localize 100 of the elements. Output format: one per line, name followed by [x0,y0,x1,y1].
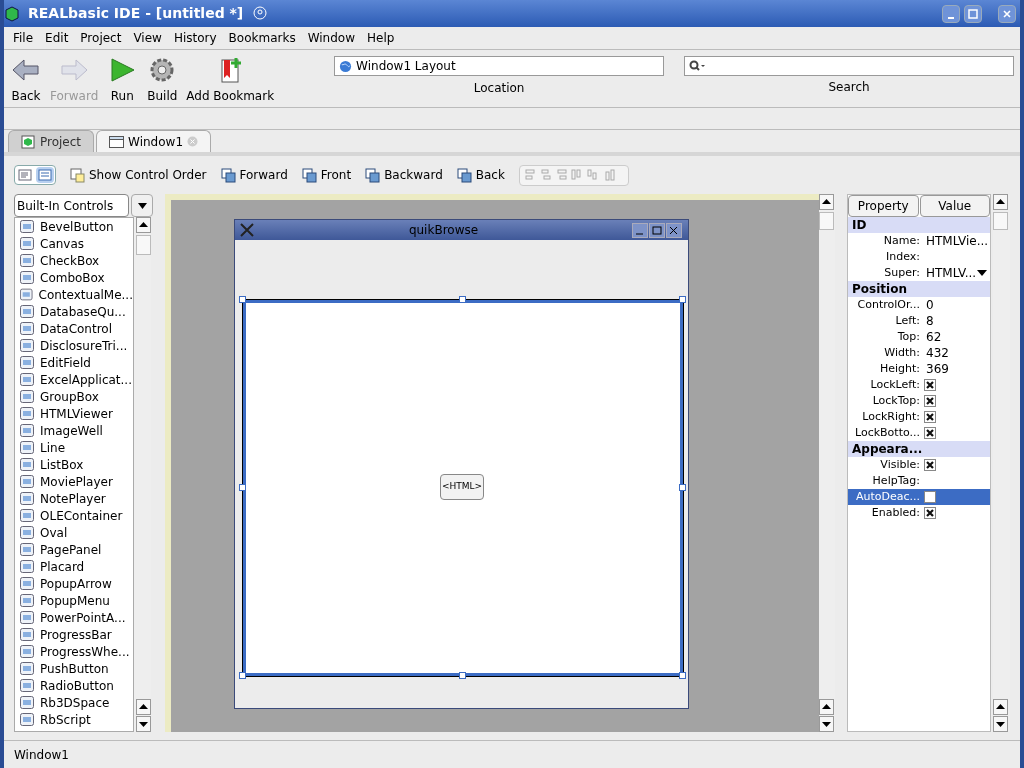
control-list-item[interactable]: ContextualMe... [15,286,133,303]
property-row[interactable]: LockTop: [848,393,990,409]
menu-item[interactable]: Bookmarks [223,28,301,48]
column-header[interactable]: Property [848,195,919,217]
control-list-item[interactable]: EditField [15,354,133,371]
scrollbar[interactable] [134,217,151,732]
checkbox[interactable] [924,507,936,519]
toolbar-back-button[interactable]: Back [8,56,44,105]
property-row[interactable]: LockBotto... [848,425,990,441]
property-row[interactable]: Width: 432 [848,345,990,361]
control-list-item[interactable]: DisclosureTri... [15,337,133,354]
toolbar-button[interactable]: Show Control Order [70,166,207,184]
toolbar-button[interactable]: Forward [220,166,288,184]
toolbar-button[interactable]: Back [456,166,505,184]
scrollbar[interactable] [819,194,835,732]
menu-item[interactable]: Window [302,28,360,48]
property-row[interactable]: LockLeft: [848,377,990,393]
menu-item[interactable]: History [168,28,222,48]
control-list-item[interactable]: Line [15,439,133,456]
scroll-thumb[interactable] [993,212,1008,230]
menu-item[interactable]: Project [75,28,127,48]
property-row[interactable]: Name: HTMLVie... [848,233,990,249]
control-list-item[interactable]: ProgressWhe... [15,643,133,660]
scroll-thumb[interactable] [136,235,151,255]
toolbar-bookmark-button[interactable]: Add Bookmark [184,56,277,105]
control-list-item[interactable]: ImageWell [15,422,133,439]
scroll-up-button[interactable] [819,699,834,715]
property-row[interactable]: Super: HTMLV... [848,265,990,281]
property-row[interactable]: LockRight: [848,409,990,425]
design-window-title: quikBrowse [407,222,480,239]
column-header[interactable]: Value [919,195,990,217]
checkbox[interactable] [924,491,936,503]
property-row[interactable]: HelpTag: [848,473,990,489]
view-button[interactable] [36,167,54,183]
scroll-up-button[interactable] [993,699,1008,715]
checkbox[interactable] [924,379,936,391]
scroll-up-button[interactable] [136,217,151,233]
scroll-thumb[interactable] [819,212,834,230]
menu-item[interactable]: Help [361,28,400,48]
control-list-item[interactable]: PopupMenu [15,592,133,609]
checkbox[interactable] [924,395,936,407]
control-icon [20,509,34,522]
toolbar-run-button[interactable]: Run [104,56,141,105]
control-list-item[interactable]: GroupBox [15,388,133,405]
control-list-item[interactable]: RadioButton [15,677,133,694]
scroll-up-button[interactable] [993,194,1008,210]
property-row[interactable]: AutoDeac... [848,489,990,505]
control-list-item[interactable]: OLEContainer [15,507,133,524]
control-list-item[interactable]: PushButton [15,660,133,677]
property-row[interactable]: Index: [848,249,990,265]
control-list-item[interactable]: Canvas [15,235,133,252]
dropdown-button[interactable] [131,194,153,217]
dropdown-arrow-icon[interactable] [976,269,989,277]
control-list-item[interactable]: MoviePlayer [15,473,133,490]
tab[interactable]: Project [8,130,95,152]
menu-item[interactable]: File [8,28,39,48]
toolbar-build-button[interactable]: Build [144,56,181,105]
control-list-item[interactable]: ComboBox [15,269,133,286]
control-list-item[interactable]: Rb3DSpace [15,694,133,711]
scroll-down-button[interactable] [819,716,834,732]
control-list-item[interactable]: PopupArrow [15,575,133,592]
scroll-down-button[interactable] [136,716,151,732]
checkbox[interactable] [924,427,936,439]
checkbox[interactable] [924,459,936,471]
property-row[interactable]: ControlOr... 0 [848,297,990,313]
control-list-item[interactable]: NotePlayer [15,490,133,507]
minimize-button[interactable] [942,4,960,23]
menu-item[interactable]: View [128,28,167,48]
control-list-item[interactable]: Placard [15,558,133,575]
control-list-item[interactable]: CheckBox [15,252,133,269]
scroll-up-button[interactable] [819,194,834,210]
toolbar-button[interactable]: Backward [365,166,443,184]
control-list-item[interactable]: RbScript [15,711,133,728]
scroll-down-button[interactable] [993,716,1008,732]
control-list-item[interactable]: DataControl [15,320,133,337]
search-field[interactable] [684,56,1015,76]
control-list-item[interactable]: PowerPointA... [15,609,133,626]
scrollbar[interactable] [993,194,1010,732]
control-list-item[interactable]: DatabaseQu... [15,303,133,320]
property-row[interactable]: Height: 369 [848,361,990,377]
control-list-item[interactable]: ProgressBar [15,626,133,643]
control-list-item[interactable]: ListBox [15,456,133,473]
property-row[interactable]: Enabled: [848,505,990,521]
toolbar-button[interactable]: Front [301,166,352,184]
scroll-up-button[interactable] [136,699,151,715]
property-row[interactable]: Top: 62 [848,329,990,345]
control-list-item[interactable]: HTMLViewer [15,405,133,422]
tab[interactable]: Window1 [96,130,211,152]
property-row[interactable]: Left: 8 [848,313,990,329]
menu-item[interactable]: Edit [40,28,74,48]
checkbox[interactable] [924,411,936,423]
control-list-item[interactable]: ExcelApplicat... [15,371,133,388]
close-button[interactable] [998,4,1016,23]
control-list-item[interactable]: BevelButton [15,218,133,235]
control-list-item[interactable]: Oval [15,524,133,541]
maximize-button[interactable] [964,4,982,23]
location-field[interactable]: Window1 Layout [334,56,665,76]
control-list-item[interactable]: PagePanel [15,541,133,558]
property-row[interactable]: Visible: [848,457,990,473]
category-dropdown[interactable]: Built-In Controls [14,194,129,217]
